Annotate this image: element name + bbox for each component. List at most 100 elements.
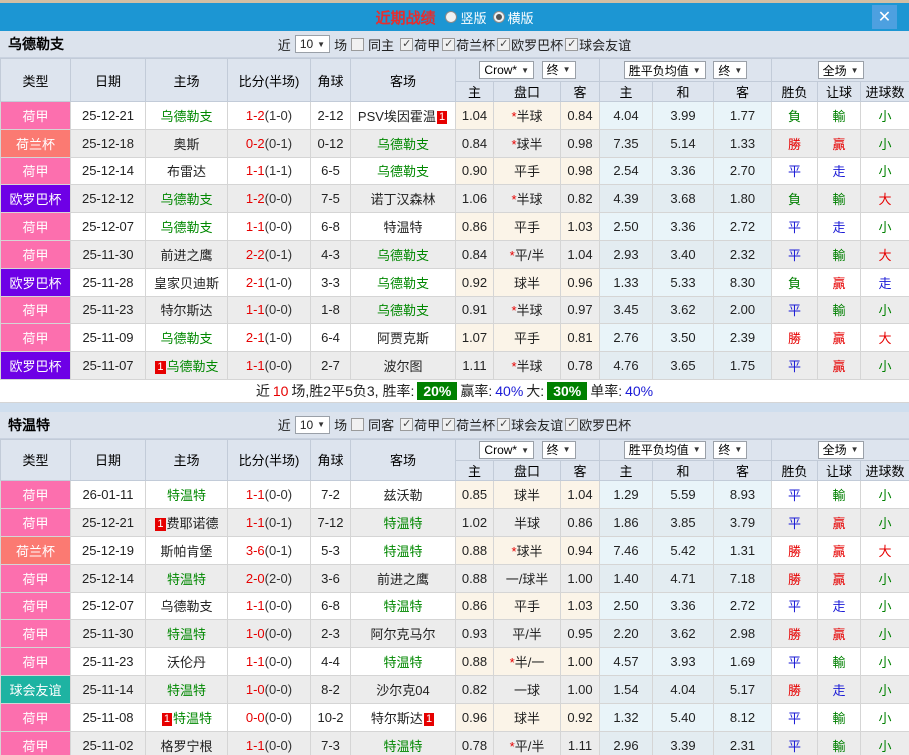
team-name: 乌德勒支 [160, 331, 212, 346]
checkbox-checked-icon[interactable] [565, 38, 578, 51]
halftime-score: (1-0) [265, 330, 292, 345]
league-tag: 荷兰杯 [1, 536, 71, 564]
odds-company-select[interactable]: Crow*▼ [479, 61, 534, 79]
goals-result-value: 小 [879, 220, 892, 235]
home-odds: 1.06 [456, 185, 494, 213]
col-header-score: 比分(半场) [228, 59, 311, 102]
star-mark: * [510, 739, 515, 754]
corners-score: 7-12 [311, 508, 351, 536]
checkbox-checked-icon[interactable] [497, 38, 510, 51]
checkbox-checked-icon[interactable] [400, 418, 413, 431]
match-date: 25-12-21 [71, 508, 146, 536]
avg-type-select[interactable]: 胜平负均值▼ [624, 61, 706, 79]
halftime-score: (1-0) [265, 108, 292, 123]
close-button[interactable]: ✕ [872, 5, 897, 29]
handicap-line: *平/半 [494, 731, 561, 755]
halftime-score: (1-0) [265, 275, 292, 290]
match-row: 荷甲25-12-211费耶诺德1-1(0-1)7-12特温特1.02半球0.86… [1, 508, 909, 536]
sub-header-avg-away: 客 [714, 82, 772, 102]
checkbox-checked-icon[interactable] [565, 418, 578, 431]
scope-select[interactable]: 全场▼ [818, 441, 864, 459]
match-date: 25-11-23 [71, 648, 146, 676]
handicap-result: 輸 [818, 704, 861, 732]
sub-header-avg-away: 客 [714, 460, 772, 480]
checkbox-checked-icon[interactable] [442, 418, 455, 431]
avg-time-select[interactable]: 终▼ [713, 61, 747, 79]
odds-time-select[interactable]: 终▼ [542, 441, 576, 459]
goals-result-value: 小 [879, 359, 892, 374]
match-date: 25-11-28 [71, 268, 146, 296]
avg-home: 4.57 [600, 648, 653, 676]
checkbox-checked-icon[interactable] [442, 38, 455, 51]
handicap-result-value: 贏 [833, 627, 846, 642]
checkbox-checked-icon[interactable] [497, 418, 510, 431]
avg-type-select[interactable]: 胜平负均值▼ [624, 441, 706, 459]
team-name: 乌德勒支 [377, 164, 429, 179]
avg-home: 1.86 [600, 508, 653, 536]
chevron-down-icon: ▼ [521, 446, 529, 455]
league-filter-item[interactable]: 欧罗巴杯 [497, 35, 563, 54]
star-mark: * [511, 109, 516, 124]
sub-header-let: 让球 [818, 82, 861, 102]
handicap-line: *球半 [494, 536, 561, 564]
same-venue-checkbox[interactable] [351, 38, 364, 51]
sub-header-goals: 进球数 [861, 460, 909, 480]
odds-time-select[interactable]: 终▼ [542, 61, 576, 79]
away-team: 兹沃勒 [351, 480, 456, 508]
league-filter-item[interactable]: 荷甲 [400, 35, 440, 54]
odds-header-cell: Crow*▼ 终▼ [456, 439, 600, 460]
goals-result: 大 [861, 240, 909, 268]
league-filter-item[interactable]: 荷兰杯 [442, 415, 495, 434]
league-filter-item[interactable]: 荷兰杯 [442, 35, 495, 54]
radio-vertical-label[interactable]: 竖版 [460, 8, 486, 27]
team-name: 特温特 [167, 627, 206, 642]
league-filter-item[interactable]: 欧罗巴杯 [565, 415, 631, 434]
league-tag: 荷甲 [1, 102, 71, 130]
league-filter-label: 荷兰杯 [456, 35, 495, 54]
avg-time-select[interactable]: 终▼ [713, 441, 747, 459]
team-name: 阿贾克斯 [377, 331, 429, 346]
fulltime-score: 2-0 [246, 571, 265, 586]
dialog-titlebar: 近期战绩 竖版 横版 ✕ [0, 3, 909, 31]
fulltime-score: 1-2 [246, 108, 265, 123]
same-venue-checkbox[interactable] [351, 418, 364, 431]
handicap-line: 半球 [494, 508, 561, 536]
league-filter-item[interactable]: 荷甲 [400, 415, 440, 434]
team-name: 特温特 [383, 220, 422, 235]
team-name: 乌德勒支 [377, 248, 429, 263]
away-odds: 0.92 [561, 704, 600, 732]
team-name: 斯帕肯堡 [160, 544, 212, 559]
scope-select[interactable]: 全场▼ [818, 61, 864, 79]
avg-draw: 3.36 [653, 157, 714, 185]
handicap-result-value: 輸 [833, 739, 846, 754]
league-tag: 球会友谊 [1, 676, 71, 704]
avg-away: 1.69 [714, 648, 772, 676]
goals-result-value: 小 [879, 109, 892, 124]
score-cell: 1-1(0-0) [228, 592, 311, 620]
col-header-date: 日期 [71, 59, 146, 102]
radio-vertical[interactable] [445, 11, 457, 23]
radio-horizontal-label[interactable]: 横版 [508, 8, 534, 27]
handicap-result: 走 [818, 592, 861, 620]
recent-count-select[interactable]: 10▼ [295, 416, 330, 434]
team-name: 波尔图 [383, 359, 422, 374]
checkbox-checked-icon[interactable] [400, 38, 413, 51]
same-venue-label[interactable]: 同客 [368, 415, 394, 434]
fulltime-score: 1-0 [246, 682, 265, 697]
home-team: 格罗宁根 [146, 731, 228, 755]
team-name: 布雷达 [167, 164, 206, 179]
radio-horizontal[interactable] [493, 11, 505, 23]
league-filter-item[interactable]: 球会友谊 [565, 35, 631, 54]
league-tag: 荷甲 [1, 213, 71, 241]
star-mark: * [510, 248, 515, 263]
league-filter-item[interactable]: 球会友谊 [497, 415, 563, 434]
avg-away: 5.17 [714, 676, 772, 704]
col-header-type: 类型 [1, 439, 71, 480]
goals-result-value: 小 [879, 655, 892, 670]
odds-company-select[interactable]: Crow*▼ [479, 441, 534, 459]
same-venue-label[interactable]: 同主 [368, 35, 394, 54]
league-filter-label: 欧罗巴杯 [511, 35, 563, 54]
recent-count-select[interactable]: 10▼ [295, 35, 330, 53]
odds-time-value: 终 [547, 441, 559, 458]
star-mark: * [511, 192, 516, 207]
